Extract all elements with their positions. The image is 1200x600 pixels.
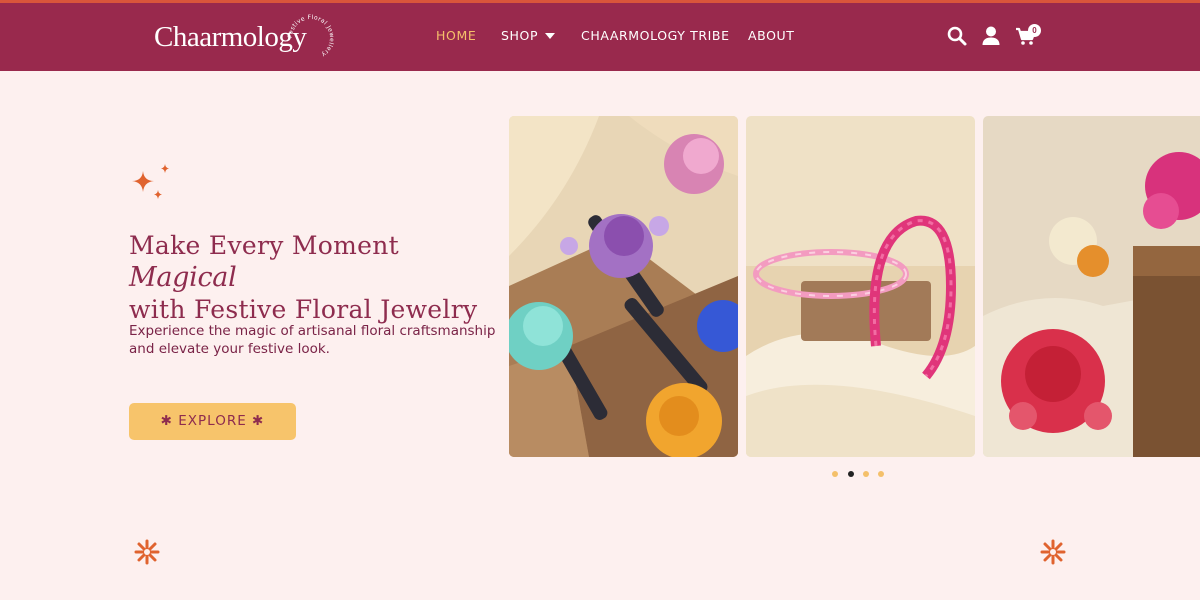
nav-chaarmology-tribe[interactable]: CHAARMOLOGY TRIBE: [581, 28, 730, 43]
headline-text-line2: with Festive Floral Jewelry: [129, 295, 478, 324]
carousel-dot-1[interactable]: [832, 471, 838, 477]
chevron-down-icon: [545, 33, 556, 39]
carousel-slide-floral-bracelet[interactable]: [983, 116, 1200, 457]
floral-tiara-image: [746, 116, 975, 457]
carousel-slide-hair-clips[interactable]: [509, 116, 738, 457]
headline-script-word: Magical: [129, 262, 237, 293]
user-account-icon[interactable]: [979, 24, 1003, 48]
carousel-slide-floral-tiara[interactable]: [746, 116, 975, 457]
search-icon[interactable]: [945, 24, 969, 48]
nav-shop[interactable]: SHOP: [501, 28, 556, 43]
logo-tagline-ring: Festive Floral Jewellery: [287, 14, 335, 58]
hero-headline: Make Every Moment Magical with Festive F…: [129, 230, 499, 326]
cart-count-badge: 0: [1028, 24, 1041, 37]
nav-shop-label: SHOP: [501, 28, 539, 43]
sparkle-icon: [132, 164, 169, 199]
headline-text: Make Every Moment: [129, 231, 399, 260]
carousel-dot-4[interactable]: [878, 471, 884, 477]
floral-bracelet-image: [983, 116, 1200, 457]
explore-button[interactable]: ✱ EXPLORE ✱: [129, 403, 296, 440]
nav-home[interactable]: HOME: [436, 28, 476, 43]
logo-tagline: Festive Floral Jewellery: [287, 14, 335, 58]
carousel-dot-3[interactable]: [863, 471, 869, 477]
hero-subtext: Experience the magic of artisanal floral…: [129, 323, 496, 357]
svg-text:Festive Floral Jewellery: Festive Floral Jewellery: [287, 14, 335, 58]
nav-about[interactable]: ABOUT: [748, 28, 795, 43]
hair-clips-image: [509, 116, 738, 457]
decorative-flower-icon: [134, 539, 160, 565]
carousel-dot-2[interactable]: [848, 471, 854, 477]
site-header: Chaarmology Festive Floral Jewellery HOM…: [0, 3, 1200, 71]
decorative-flower-icon: [1040, 539, 1066, 565]
